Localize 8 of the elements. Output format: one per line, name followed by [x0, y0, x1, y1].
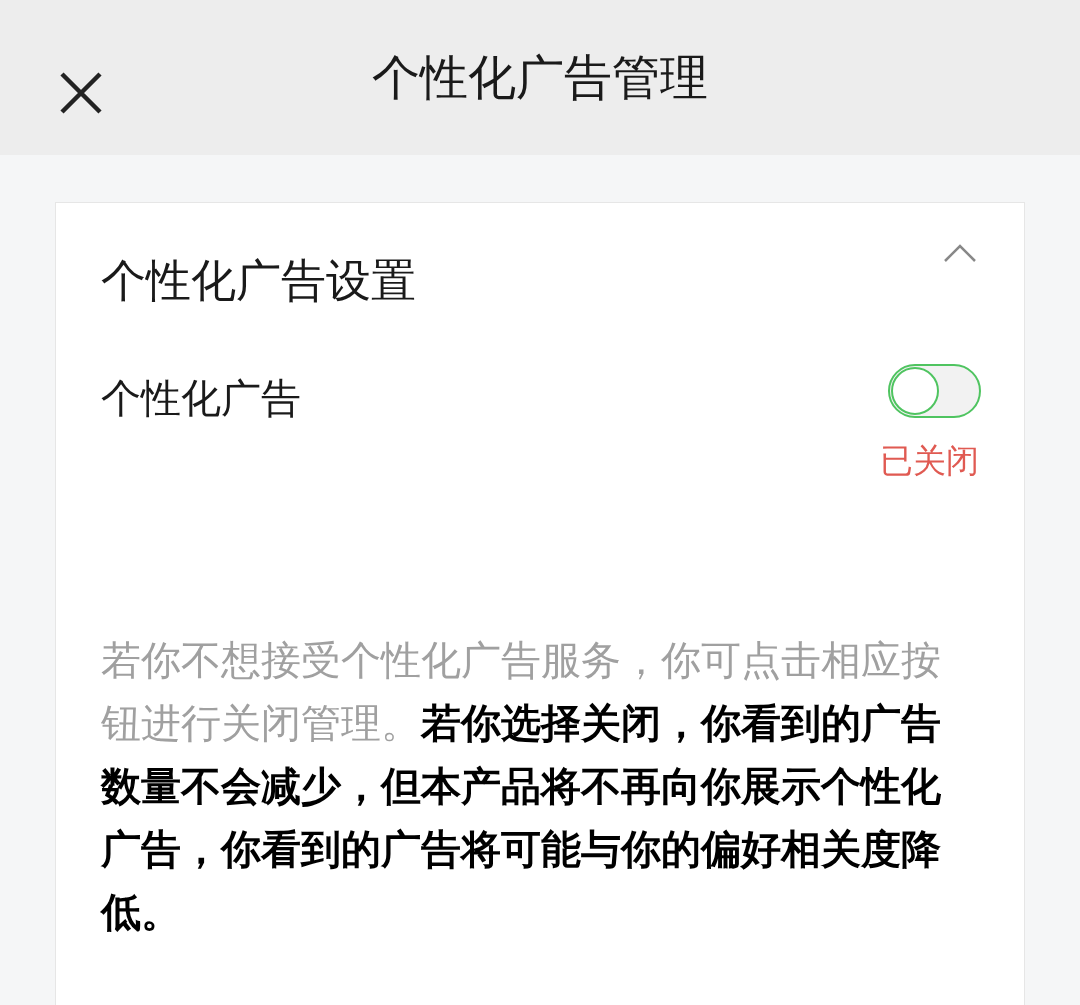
close-icon[interactable] [58, 70, 104, 116]
page-title: 个性化广告管理 [372, 52, 708, 101]
collapse-chevron-icon[interactable] [943, 243, 977, 263]
setting-label: 个性化广告 [101, 378, 301, 423]
toggle-status: 已关闭 [880, 444, 979, 477]
description-paragraph: 若你不想接受个性化广告服务，你可点击相应按钮进行关闭管理。若你选择关闭，你看到的广告数量不会减少，但本产品将不再向你展示个性化广告，你看到的广告将可能与你的偏好相关度降低。 [101, 636, 942, 937]
toggle-switch[interactable] [888, 364, 981, 418]
section-title: 个性化广告设置 [101, 258, 416, 303]
